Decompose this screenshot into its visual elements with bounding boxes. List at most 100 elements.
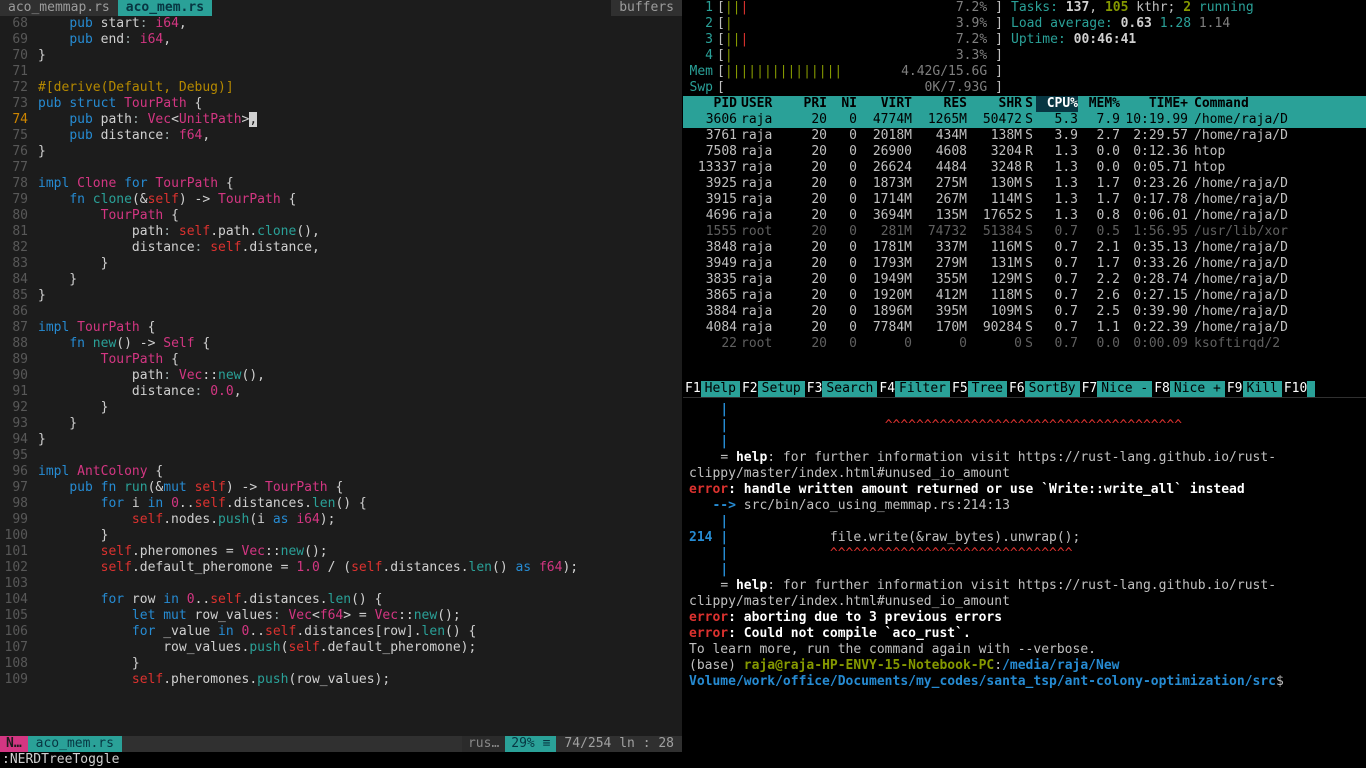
code-line[interactable]: 80 TourPath {: [0, 208, 682, 224]
code-line[interactable]: 72#[derive(Default, Debug)]: [0, 80, 682, 96]
code-content[interactable]: }: [38, 656, 682, 672]
code-line[interactable]: 88 fn new() -> Self {: [0, 336, 682, 352]
process-row[interactable]: 4696raja2003694M135M17652S1.30.80:06.01/…: [683, 208, 1366, 224]
col-res[interactable]: RES: [912, 96, 967, 112]
code-content[interactable]: }: [38, 416, 682, 432]
col-pri[interactable]: PRI: [787, 96, 827, 112]
code-content[interactable]: distance: self.distance,: [38, 240, 682, 256]
process-row[interactable]: 3949raja2001793M279M131MS0.71.70:33.26/h…: [683, 256, 1366, 272]
code-content[interactable]: [38, 160, 682, 176]
code-content[interactable]: let mut row_values: Vec<f64> = Vec::new(…: [38, 608, 682, 624]
code-area[interactable]: 68 pub start: i64,69 pub end: i64,70}717…: [0, 16, 682, 736]
process-row[interactable]: 22root200000S0.70.00:00.09ksoftirqd/2: [683, 336, 1366, 352]
code-content[interactable]: row_values.push(self.default_pheromone);: [38, 640, 682, 656]
code-content[interactable]: }: [38, 432, 682, 448]
code-content[interactable]: path: Vec::new(),: [38, 368, 682, 384]
code-line[interactable]: 81 path: self.path.clone(),: [0, 224, 682, 240]
fkey-label-F10[interactable]: [1307, 381, 1315, 397]
code-line[interactable]: 95: [0, 448, 682, 464]
code-content[interactable]: }: [38, 288, 682, 304]
process-row[interactable]: 13337raja2002662444843248R1.30.00:05.71h…: [683, 160, 1366, 176]
command-line[interactable]: :NERDTreeToggle: [0, 752, 682, 768]
code-line[interactable]: 85}: [0, 288, 682, 304]
code-line[interactable]: 86: [0, 304, 682, 320]
code-content[interactable]: self.pheromones.push(row_values);: [38, 672, 682, 688]
process-row[interactable]: 3884raja2001896M395M109MS0.72.50:39.90/h…: [683, 304, 1366, 320]
process-row[interactable]: 7508raja2002690046083204R1.30.00:12.36ht…: [683, 144, 1366, 160]
code-line[interactable]: 70}: [0, 48, 682, 64]
code-content[interactable]: path: self.path.clone(),: [38, 224, 682, 240]
code-content[interactable]: self.default_pheromone = 1.0 / (self.dis…: [38, 560, 682, 576]
code-line[interactable]: 87impl TourPath {: [0, 320, 682, 336]
code-line[interactable]: 103: [0, 576, 682, 592]
code-content[interactable]: }: [38, 256, 682, 272]
code-line[interactable]: 83 }: [0, 256, 682, 272]
col-cpu%[interactable]: CPU%: [1036, 96, 1078, 112]
code-line[interactable]: 100 }: [0, 528, 682, 544]
code-line[interactable]: 92 }: [0, 400, 682, 416]
code-content[interactable]: TourPath {: [38, 208, 682, 224]
code-content[interactable]: fn clone(&self) -> TourPath {: [38, 192, 682, 208]
code-content[interactable]: [38, 576, 682, 592]
code-content[interactable]: pub struct TourPath {: [38, 96, 682, 112]
code-line[interactable]: 108 }: [0, 656, 682, 672]
fkey-label-F4[interactable]: Filter: [895, 381, 950, 397]
tab-aco_memmap-rs[interactable]: aco_memmap.rs: [0, 0, 118, 16]
col-virt[interactable]: VIRT: [857, 96, 912, 112]
col-pid[interactable]: PID: [687, 96, 737, 112]
process-row[interactable]: 3761raja2002018M434M138MS3.92.72:29.57/h…: [683, 128, 1366, 144]
col-command[interactable]: Command: [1188, 96, 1362, 112]
code-content[interactable]: [38, 448, 682, 464]
code-content[interactable]: distance: 0.0,: [38, 384, 682, 400]
code-line[interactable]: 79 fn clone(&self) -> TourPath {: [0, 192, 682, 208]
code-content[interactable]: [38, 304, 682, 320]
code-content[interactable]: pub fn run(&mut self) -> TourPath {: [38, 480, 682, 496]
code-line[interactable]: 73pub struct TourPath {: [0, 96, 682, 112]
fkey-label-F6[interactable]: SortBy: [1025, 381, 1080, 397]
process-row[interactable]: 3865raja2001920M412M118MS0.72.60:27.15/h…: [683, 288, 1366, 304]
function-keys[interactable]: F1HelpF2SetupF3SearchF4FilterF5TreeF6Sor…: [683, 381, 1366, 397]
code-line[interactable]: 90 path: Vec::new(),: [0, 368, 682, 384]
code-content[interactable]: for row in 0..self.distances.len() {: [38, 592, 682, 608]
col-mem%[interactable]: MEM%: [1078, 96, 1120, 112]
code-line[interactable]: 93 }: [0, 416, 682, 432]
col-shr[interactable]: SHR: [967, 96, 1022, 112]
code-line[interactable]: 94}: [0, 432, 682, 448]
fkey-label-F8[interactable]: Nice +: [1170, 381, 1225, 397]
fkey-label-F9[interactable]: Kill: [1243, 381, 1282, 397]
col-user[interactable]: USER: [737, 96, 787, 112]
tab-aco_mem-rs[interactable]: aco_mem.rs: [118, 0, 212, 16]
code-content[interactable]: fn new() -> Self {: [38, 336, 682, 352]
terminal-pane[interactable]: | | ^^^^^^^^^^^^^^^^^^^^^^^^^^^^^^^^^^^^…: [683, 398, 1366, 768]
process-row[interactable]: 1555root200281M7473251384S0.70.51:56.95/…: [683, 224, 1366, 240]
col-s[interactable]: S: [1022, 96, 1036, 112]
fkey-label-F3[interactable]: Search: [822, 381, 877, 397]
col-time+[interactable]: TIME+: [1120, 96, 1188, 112]
fkey-label-F2[interactable]: Setup: [758, 381, 805, 397]
code-content[interactable]: pub start: i64,: [38, 16, 682, 32]
code-line[interactable]: 98 for i in 0..self.distances.len() {: [0, 496, 682, 512]
code-content[interactable]: for i in 0..self.distances.len() {: [38, 496, 682, 512]
code-content[interactable]: impl TourPath {: [38, 320, 682, 336]
htop-pane[interactable]: 1[|||7.2%]2[|3.9%]3[|||7.2%]4[|3.3%]Mem[…: [683, 0, 1366, 398]
code-line[interactable]: 99 self.nodes.push(i as i64);: [0, 512, 682, 528]
code-content[interactable]: impl AntColony {: [38, 464, 682, 480]
code-content[interactable]: }: [38, 272, 682, 288]
code-line[interactable]: 105 let mut row_values: Vec<f64> = Vec::…: [0, 608, 682, 624]
code-content[interactable]: pub end: i64,: [38, 32, 682, 48]
code-content[interactable]: }: [38, 48, 682, 64]
code-line[interactable]: 82 distance: self.distance,: [0, 240, 682, 256]
process-row[interactable]: 3848raja2001781M337M116MS0.72.10:35.13/h…: [683, 240, 1366, 256]
fkey-label-F5[interactable]: Tree: [968, 381, 1007, 397]
process-row[interactable]: 4084raja2007784M170M90284S0.71.10:22.39/…: [683, 320, 1366, 336]
code-line[interactable]: 101 self.pheromones = Vec::new();: [0, 544, 682, 560]
code-line[interactable]: 89 TourPath {: [0, 352, 682, 368]
code-content[interactable]: pub path: Vec<UnitPath>,: [38, 112, 682, 128]
code-content[interactable]: [38, 64, 682, 80]
code-content[interactable]: self.nodes.push(i as i64);: [38, 512, 682, 528]
process-row[interactable]: 3606raja2004774M1265M50472S5.37.910:19.9…: [683, 112, 1366, 128]
code-content[interactable]: #[derive(Default, Debug)]: [38, 80, 682, 96]
code-line[interactable]: 71: [0, 64, 682, 80]
code-line[interactable]: 107 row_values.push(self.default_pheromo…: [0, 640, 682, 656]
code-content[interactable]: }: [38, 528, 682, 544]
